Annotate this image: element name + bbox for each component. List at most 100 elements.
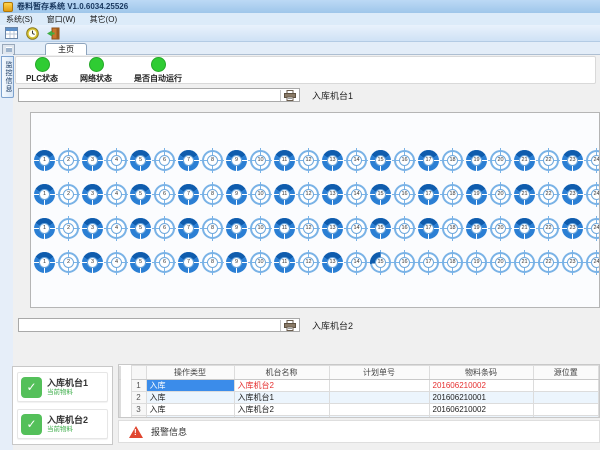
reel-slot-empty: 22 bbox=[538, 252, 559, 273]
toolbar bbox=[0, 25, 600, 42]
plc-status-light bbox=[35, 57, 50, 72]
machine2-textbox[interactable] bbox=[18, 318, 300, 332]
reel-slot-empty: 10 bbox=[250, 184, 271, 205]
status-panel: PLC状态 网络状态 是否自动运行 bbox=[15, 56, 596, 84]
alarm-label: 报警信息 bbox=[151, 425, 187, 438]
check-icon: ✓ bbox=[21, 377, 42, 398]
menu-item-system[interactable]: 系统(S) bbox=[6, 14, 33, 25]
col-material-barcode[interactable]: 物料条码 bbox=[429, 366, 533, 380]
reel-slot-filled: 5 bbox=[130, 184, 151, 205]
reel-slot-empty: 10 bbox=[250, 150, 271, 171]
reel-slot-filled: 7 bbox=[178, 184, 199, 205]
indicator-plc: PLC状态 bbox=[26, 57, 58, 84]
reel-slot-empty: 14 bbox=[346, 184, 367, 205]
reel-slot-empty: 20 bbox=[490, 218, 511, 239]
app-icon bbox=[3, 2, 13, 12]
col-machine-name[interactable]: 机台名称 bbox=[234, 366, 329, 380]
reel-slot-filled: 21 bbox=[514, 184, 535, 205]
reel-slot-filled: 5 bbox=[130, 150, 151, 171]
reel-slot-empty: 14 bbox=[346, 252, 367, 273]
reel-grid-panel: 1234567891011121314151617181920212223242… bbox=[30, 112, 600, 308]
reel-slot-empty: 2 bbox=[58, 184, 79, 205]
machine1-textbox[interactable] bbox=[18, 88, 300, 102]
reel-slot-filled: 7 bbox=[178, 150, 199, 171]
clock-icon[interactable] bbox=[24, 26, 40, 41]
printer-icon[interactable] bbox=[280, 320, 299, 331]
reel-slot-filled: 23 bbox=[562, 184, 583, 205]
reel-slot-empty: 18 bbox=[442, 218, 463, 239]
task-row[interactable]: 3入库入库机台2201606210002 bbox=[119, 404, 599, 416]
reel-slot-filled: 1 bbox=[34, 218, 55, 239]
exit-door-icon[interactable] bbox=[45, 26, 61, 41]
reel-slot-empty: 2 bbox=[58, 218, 79, 239]
printer-icon[interactable] bbox=[280, 90, 299, 101]
reel-slot-empty: 8 bbox=[202, 184, 223, 205]
machine2-card[interactable]: ✓ 入库机台2 当前物料 bbox=[17, 409, 108, 439]
reel-grid: 1234567891011121314151617181920212223242… bbox=[34, 150, 599, 273]
reel-slot-empty: 4 bbox=[106, 252, 127, 273]
reel-slot-empty: 10 bbox=[250, 252, 271, 273]
reel-slot-filled: 17 bbox=[418, 184, 439, 205]
reel-slot-filled: 1 bbox=[34, 150, 55, 171]
col-operation-type[interactable]: 操作类型 bbox=[146, 366, 234, 380]
reel-slot-empty: 24 bbox=[586, 252, 600, 273]
col-plan-number[interactable]: 计划单号 bbox=[329, 366, 429, 380]
dock-side-tab[interactable]: 监控信息 bbox=[1, 56, 14, 98]
reel-slot-empty: 2 bbox=[58, 252, 79, 273]
task-row[interactable]: 2入库入库机台1201606210001 bbox=[119, 392, 599, 404]
reel-slot-filled: 3 bbox=[82, 150, 103, 171]
table-header-row: 操作类型 机台名称 计划单号 物料条码 源位置 bbox=[119, 366, 599, 380]
reel-slot-empty: 18 bbox=[442, 150, 463, 171]
reel-slot-filled: 13 bbox=[322, 150, 343, 171]
reel-slot-empty: 16 bbox=[394, 184, 415, 205]
calendar-icon[interactable] bbox=[3, 26, 19, 41]
col-source-location[interactable]: 源位置 bbox=[533, 366, 599, 380]
menu-item-window[interactable]: 窗口(W) bbox=[47, 14, 76, 25]
reel-slot-empty: 12 bbox=[298, 150, 319, 171]
reel-slot-filled: 21 bbox=[514, 218, 535, 239]
reel-slot-empty: 21 bbox=[514, 252, 535, 273]
reel-slot-filled: 15 bbox=[370, 184, 391, 205]
tab-home[interactable]: 主页 bbox=[45, 43, 87, 55]
tab-strip: 主页 bbox=[0, 42, 600, 55]
reel-slot-filled: 23 bbox=[562, 150, 583, 171]
task-row[interactable]: ▶1入库入库机台2201606210002 bbox=[119, 380, 599, 392]
reel-slot-filled: 15 bbox=[370, 218, 391, 239]
menu-item-other[interactable]: 其它(O) bbox=[90, 14, 118, 25]
reel-row: 1234567891011121314151617181920212223242… bbox=[34, 252, 599, 273]
reel-slot-filled: 9 bbox=[226, 252, 247, 273]
reel-slot-filled: 1 bbox=[34, 184, 55, 205]
reel-slot-filled: 21 bbox=[514, 150, 535, 171]
reel-slot-empty: 4 bbox=[106, 150, 127, 171]
reel-slot-empty: 6 bbox=[154, 150, 175, 171]
machine1-card[interactable]: ✓ 入库机台1 当前物料 bbox=[17, 372, 108, 402]
reel-slot-empty: 14 bbox=[346, 150, 367, 171]
reel-slot-filled: 9 bbox=[226, 218, 247, 239]
reel-slot-empty: 8 bbox=[202, 150, 223, 171]
reel-slot-empty: 20 bbox=[490, 252, 511, 273]
check-icon: ✓ bbox=[21, 414, 42, 435]
reel-slot-filled: 15 bbox=[370, 150, 391, 171]
reel-slot-filled: 9 bbox=[226, 184, 247, 205]
reel-slot-empty: 6 bbox=[154, 252, 175, 273]
task-row[interactable]: *4 bbox=[119, 416, 599, 419]
reel-slot-filled: 9 bbox=[226, 150, 247, 171]
reel-slot-filled: 11 bbox=[274, 218, 295, 239]
reel-slot-empty: 22 bbox=[538, 184, 559, 205]
reel-slot-filled: 17 bbox=[418, 150, 439, 171]
machine2-bar: 入库机台2 bbox=[18, 318, 353, 332]
machine2-label: 入库机台2 bbox=[312, 319, 353, 332]
alarm-bar: ! 报警信息 bbox=[118, 420, 600, 443]
reel-row: 1234567891011121314151617181920212223242… bbox=[34, 218, 599, 239]
reel-slot-empty: 16 bbox=[394, 252, 415, 273]
reel-slot-empty: 23 bbox=[562, 252, 583, 273]
reel-slot-empty: 8 bbox=[202, 252, 223, 273]
reel-slot-empty: 22 bbox=[538, 150, 559, 171]
reel-slot-filled: 5 bbox=[130, 252, 151, 273]
indicator-network: 网络状态 bbox=[80, 57, 112, 84]
reel-slot-empty: 14 bbox=[346, 218, 367, 239]
reel-slot-filled: 13 bbox=[322, 252, 343, 273]
reel-row: 1234567891011121314151617181920212223242… bbox=[34, 184, 599, 205]
machine-cards-panel: ✓ 入库机台1 当前物料 ✓ 入库机台2 当前物料 bbox=[12, 366, 113, 445]
reel-slot-filled: 23 bbox=[562, 218, 583, 239]
